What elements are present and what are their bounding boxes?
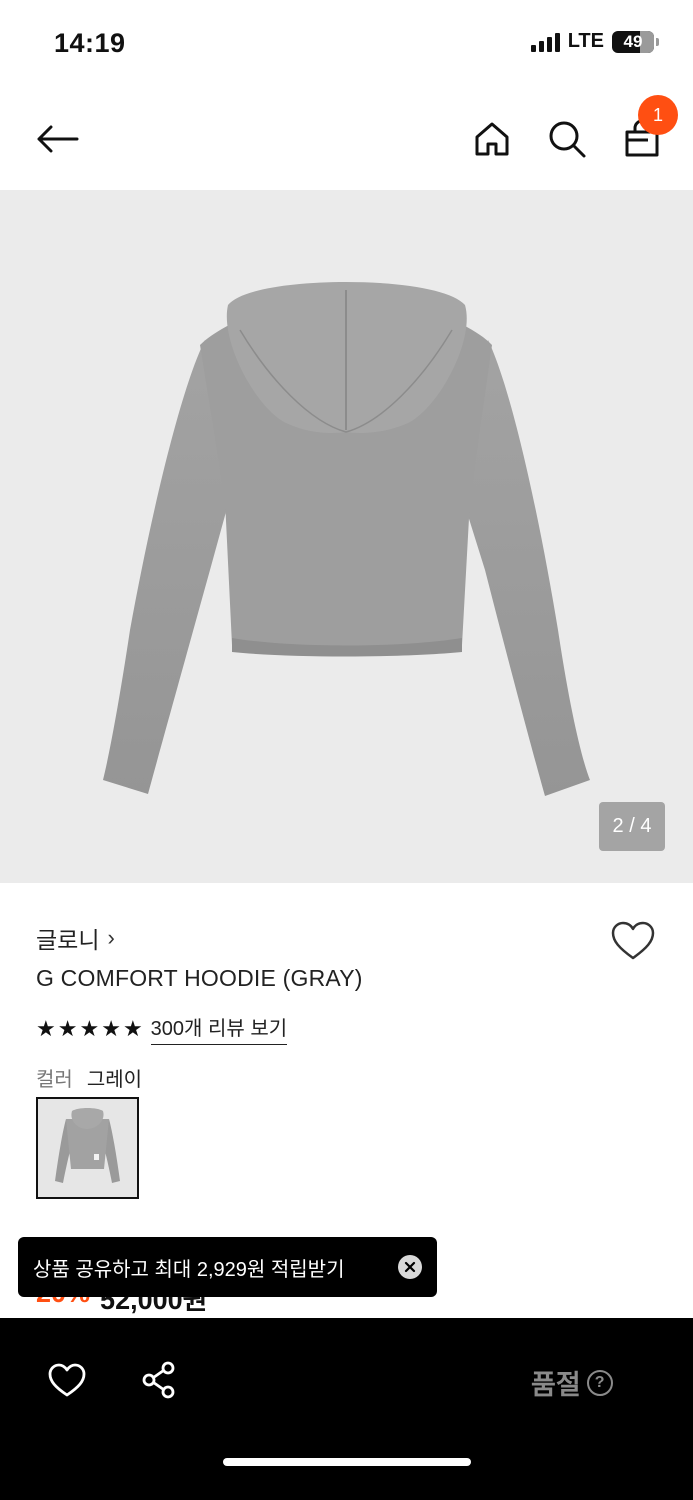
- bottom-wishlist-button[interactable]: [45, 1358, 89, 1402]
- home-button[interactable]: [467, 114, 517, 164]
- share-reward-toast[interactable]: 상품 공유하고 최대 2,929원 적립받기: [18, 1237, 437, 1297]
- product-image-gallery[interactable]: [0, 190, 693, 883]
- product-title: G COMFORT HOODIE (GRAY): [36, 965, 363, 991]
- color-row: 컬러 그레이: [36, 1063, 142, 1092]
- chevron-right-icon: ›: [107, 925, 115, 950]
- soldout-label: 품절: [531, 1370, 581, 1400]
- heart-icon: [48, 1363, 86, 1397]
- toast-close-button[interactable]: [398, 1255, 422, 1279]
- help-icon[interactable]: ?: [586, 1369, 613, 1396]
- search-icon: [549, 121, 586, 158]
- hoodie-image: [103, 282, 590, 796]
- star-icon: ★: [79, 1015, 100, 1041]
- share-button[interactable]: [137, 1358, 181, 1402]
- search-button[interactable]: [542, 114, 592, 164]
- star-icon: ★: [36, 1015, 56, 1041]
- status-bar: 14:19 LTE 49: [0, 0, 693, 88]
- soldout-status: 품절 ?: [531, 1363, 613, 1402]
- status-indicators: LTE 49: [530, 30, 659, 53]
- top-navigation: [0, 88, 693, 190]
- rating-row: ★ ★ ★ ★ ★ 300개 리뷰 보기: [36, 1012, 288, 1045]
- cart-count-badge: 1: [638, 95, 678, 135]
- battery-icon: 49: [612, 30, 654, 53]
- color-value: 그레이: [86, 1069, 143, 1091]
- image-page-counter: 2 / 4: [599, 802, 665, 851]
- back-button[interactable]: [32, 114, 82, 164]
- share-icon: [142, 1361, 175, 1399]
- heart-icon: [611, 921, 655, 960]
- toast-message: 상품 공유하고 최대 2,929원 적립받기: [33, 1258, 345, 1281]
- back-arrow-icon: [37, 125, 79, 153]
- status-time: 14:19: [54, 28, 126, 58]
- battery-cap: [656, 37, 659, 46]
- signal-icon: [530, 32, 560, 52]
- home-indicator: [223, 1458, 471, 1466]
- star-icon: ★: [101, 1015, 121, 1041]
- close-icon: [404, 1261, 416, 1273]
- star-icon: ★: [57, 1015, 78, 1041]
- review-link[interactable]: 300개 리뷰 보기: [150, 1012, 288, 1045]
- network-type: LTE: [567, 30, 604, 52]
- color-label: 컬러: [36, 1069, 73, 1091]
- wishlist-button[interactable]: [609, 917, 657, 965]
- star-icon: ★: [122, 1015, 143, 1041]
- brand-link[interactable]: 글로니 ›: [36, 921, 115, 955]
- battery-level: 49: [623, 31, 643, 51]
- bottom-action-bar: 품절 ?: [0, 1318, 693, 1500]
- brand-name: 글로니: [36, 927, 100, 953]
- hoodie-thumbnail: [55, 1108, 120, 1183]
- color-swatch-gray[interactable]: [36, 1097, 139, 1199]
- home-icon: [475, 122, 509, 156]
- rating-stars: ★ ★ ★ ★ ★: [36, 1015, 143, 1041]
